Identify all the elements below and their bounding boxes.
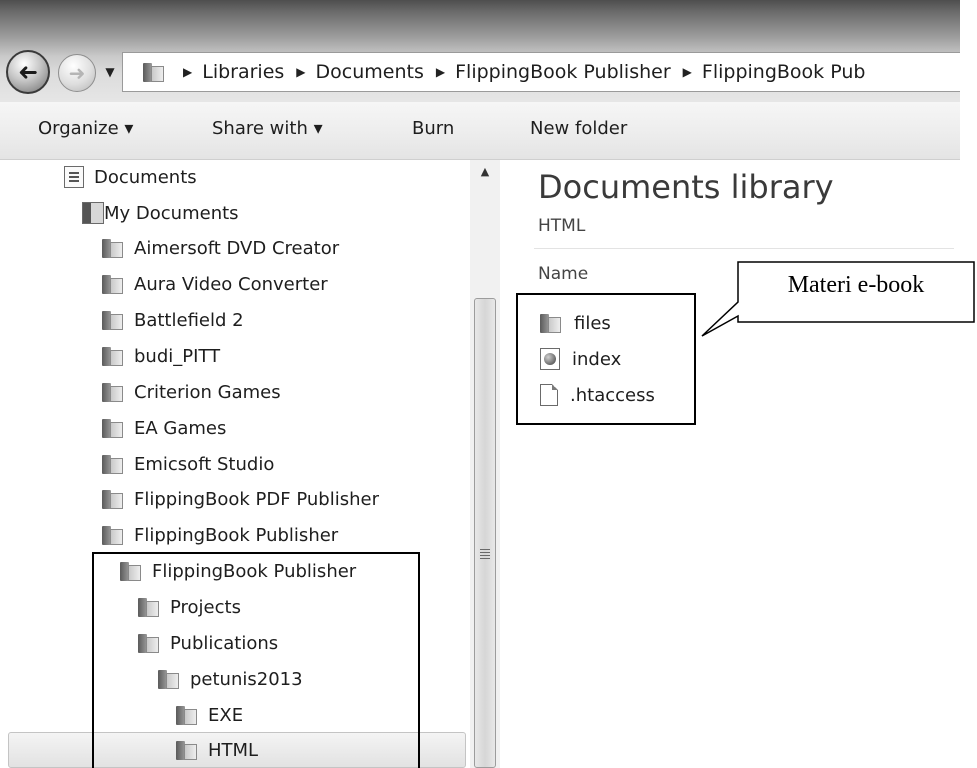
- tree-item-label: Documents: [94, 166, 197, 188]
- breadcrumb-separator-icon[interactable]: ▶: [683, 65, 692, 79]
- tree-item-label: Aimersoft DVD Creator: [134, 237, 340, 259]
- tree-item-label: EA Games: [134, 417, 227, 439]
- tree-item-label: Criterion Games: [134, 381, 281, 403]
- document-library-icon: [64, 166, 84, 188]
- share-with-button[interactable]: Share with ▾: [212, 118, 323, 139]
- folder-icon: [102, 453, 124, 475]
- tree-item-label: Aura Video Converter: [134, 273, 328, 295]
- tree-item-label: My Documents: [104, 202, 239, 224]
- folder-icon: [102, 273, 124, 295]
- tree-item-emicsoft-studio[interactable]: Emicsoft Studio: [102, 447, 274, 481]
- new-folder-button[interactable]: New folder: [530, 118, 627, 139]
- annotation-files-box: [516, 293, 696, 425]
- tree-item-label: budi_PITT: [134, 345, 221, 367]
- arrow-left-icon: ➜: [17, 58, 39, 86]
- organize-button[interactable]: Organize ▾: [38, 118, 133, 139]
- library-subtitle: HTML: [538, 216, 586, 236]
- library-title: Documents library: [538, 168, 834, 206]
- tree-item-label: FlippingBook PDF Publisher: [134, 488, 379, 510]
- folder-icon: [143, 61, 165, 83]
- tree-item-documents[interactable]: Documents: [64, 160, 197, 194]
- grip-icon: [480, 549, 490, 559]
- tree-item-aura-video-converter[interactable]: Aura Video Converter: [102, 267, 328, 301]
- folder-icon: [102, 345, 124, 367]
- tree-item-battlefield-2[interactable]: Battlefield 2: [102, 303, 244, 337]
- burn-button[interactable]: Burn: [412, 118, 454, 139]
- back-button[interactable]: ➜: [6, 50, 50, 94]
- breadcrumb-libraries[interactable]: Libraries: [202, 61, 284, 83]
- breadcrumb-separator-icon[interactable]: ▶: [183, 65, 192, 79]
- column-header-name[interactable]: Name: [538, 264, 588, 284]
- scroll-thumb[interactable]: [474, 298, 496, 768]
- breadcrumb-documents[interactable]: Documents: [316, 61, 424, 83]
- content-pane: Documents library HTML Name files index …: [500, 160, 960, 768]
- forward-button[interactable]: ➜: [58, 54, 96, 92]
- address-toolbar: ➜ ➜ ▼ ▶ Libraries ▶ Documents ▶ Flipping…: [0, 0, 960, 102]
- address-bar[interactable]: ▶ Libraries ▶ Documents ▶ FlippingBook P…: [122, 52, 960, 92]
- chevron-down-icon: ▼: [105, 65, 115, 79]
- scroll-up-button[interactable]: ▲: [470, 160, 500, 184]
- command-bar: Organize ▾ Share with ▾ Burn New folder: [0, 102, 960, 160]
- tree-item-flippingbook-publisher[interactable]: FlippingBook Publisher: [102, 518, 338, 552]
- tree-item-label: Emicsoft Studio: [134, 453, 275, 475]
- tree-item-label: Battlefield 2: [134, 309, 244, 331]
- tree-item-criterion-games[interactable]: Criterion Games: [102, 375, 281, 409]
- folder-icon: [102, 381, 124, 403]
- breadcrumb-flippingbook-pub[interactable]: FlippingBook Pub: [702, 61, 866, 83]
- tree-item-budi-pitt[interactable]: budi_PITT: [102, 339, 220, 373]
- tree-item-aimersoft-dvd-creator[interactable]: Aimersoft DVD Creator: [102, 231, 339, 265]
- navigation-scrollbar[interactable]: ▲: [470, 160, 500, 768]
- chevron-up-icon: ▲: [480, 165, 490, 178]
- tree-item-ea-games[interactable]: EA Games: [102, 411, 226, 445]
- tree-item-label: FlippingBook Publisher: [134, 524, 339, 546]
- folder-icon: [102, 237, 124, 259]
- header-divider: [534, 248, 954, 249]
- tree-item-flippingbook-pdf-publisher[interactable]: FlippingBook PDF Publisher: [102, 482, 379, 516]
- folder-icon: [102, 309, 124, 331]
- my-documents-icon: [82, 202, 104, 224]
- breadcrumb-separator-icon[interactable]: ▶: [436, 65, 445, 79]
- folder-icon: [102, 524, 124, 546]
- recent-pages-dropdown[interactable]: ▼: [102, 64, 118, 80]
- arrow-right-icon: ➜: [68, 61, 86, 85]
- callout-text: Materi e-book: [787, 272, 925, 298]
- folder-icon: [102, 488, 124, 510]
- tree-item-my-documents[interactable]: My Documents: [82, 196, 239, 230]
- breadcrumb-flippingbook-publisher[interactable]: FlippingBook Publisher: [455, 61, 671, 83]
- annotation-tree-box: [92, 552, 420, 768]
- breadcrumb-separator-icon[interactable]: ▶: [296, 65, 305, 79]
- folder-icon: [102, 417, 124, 439]
